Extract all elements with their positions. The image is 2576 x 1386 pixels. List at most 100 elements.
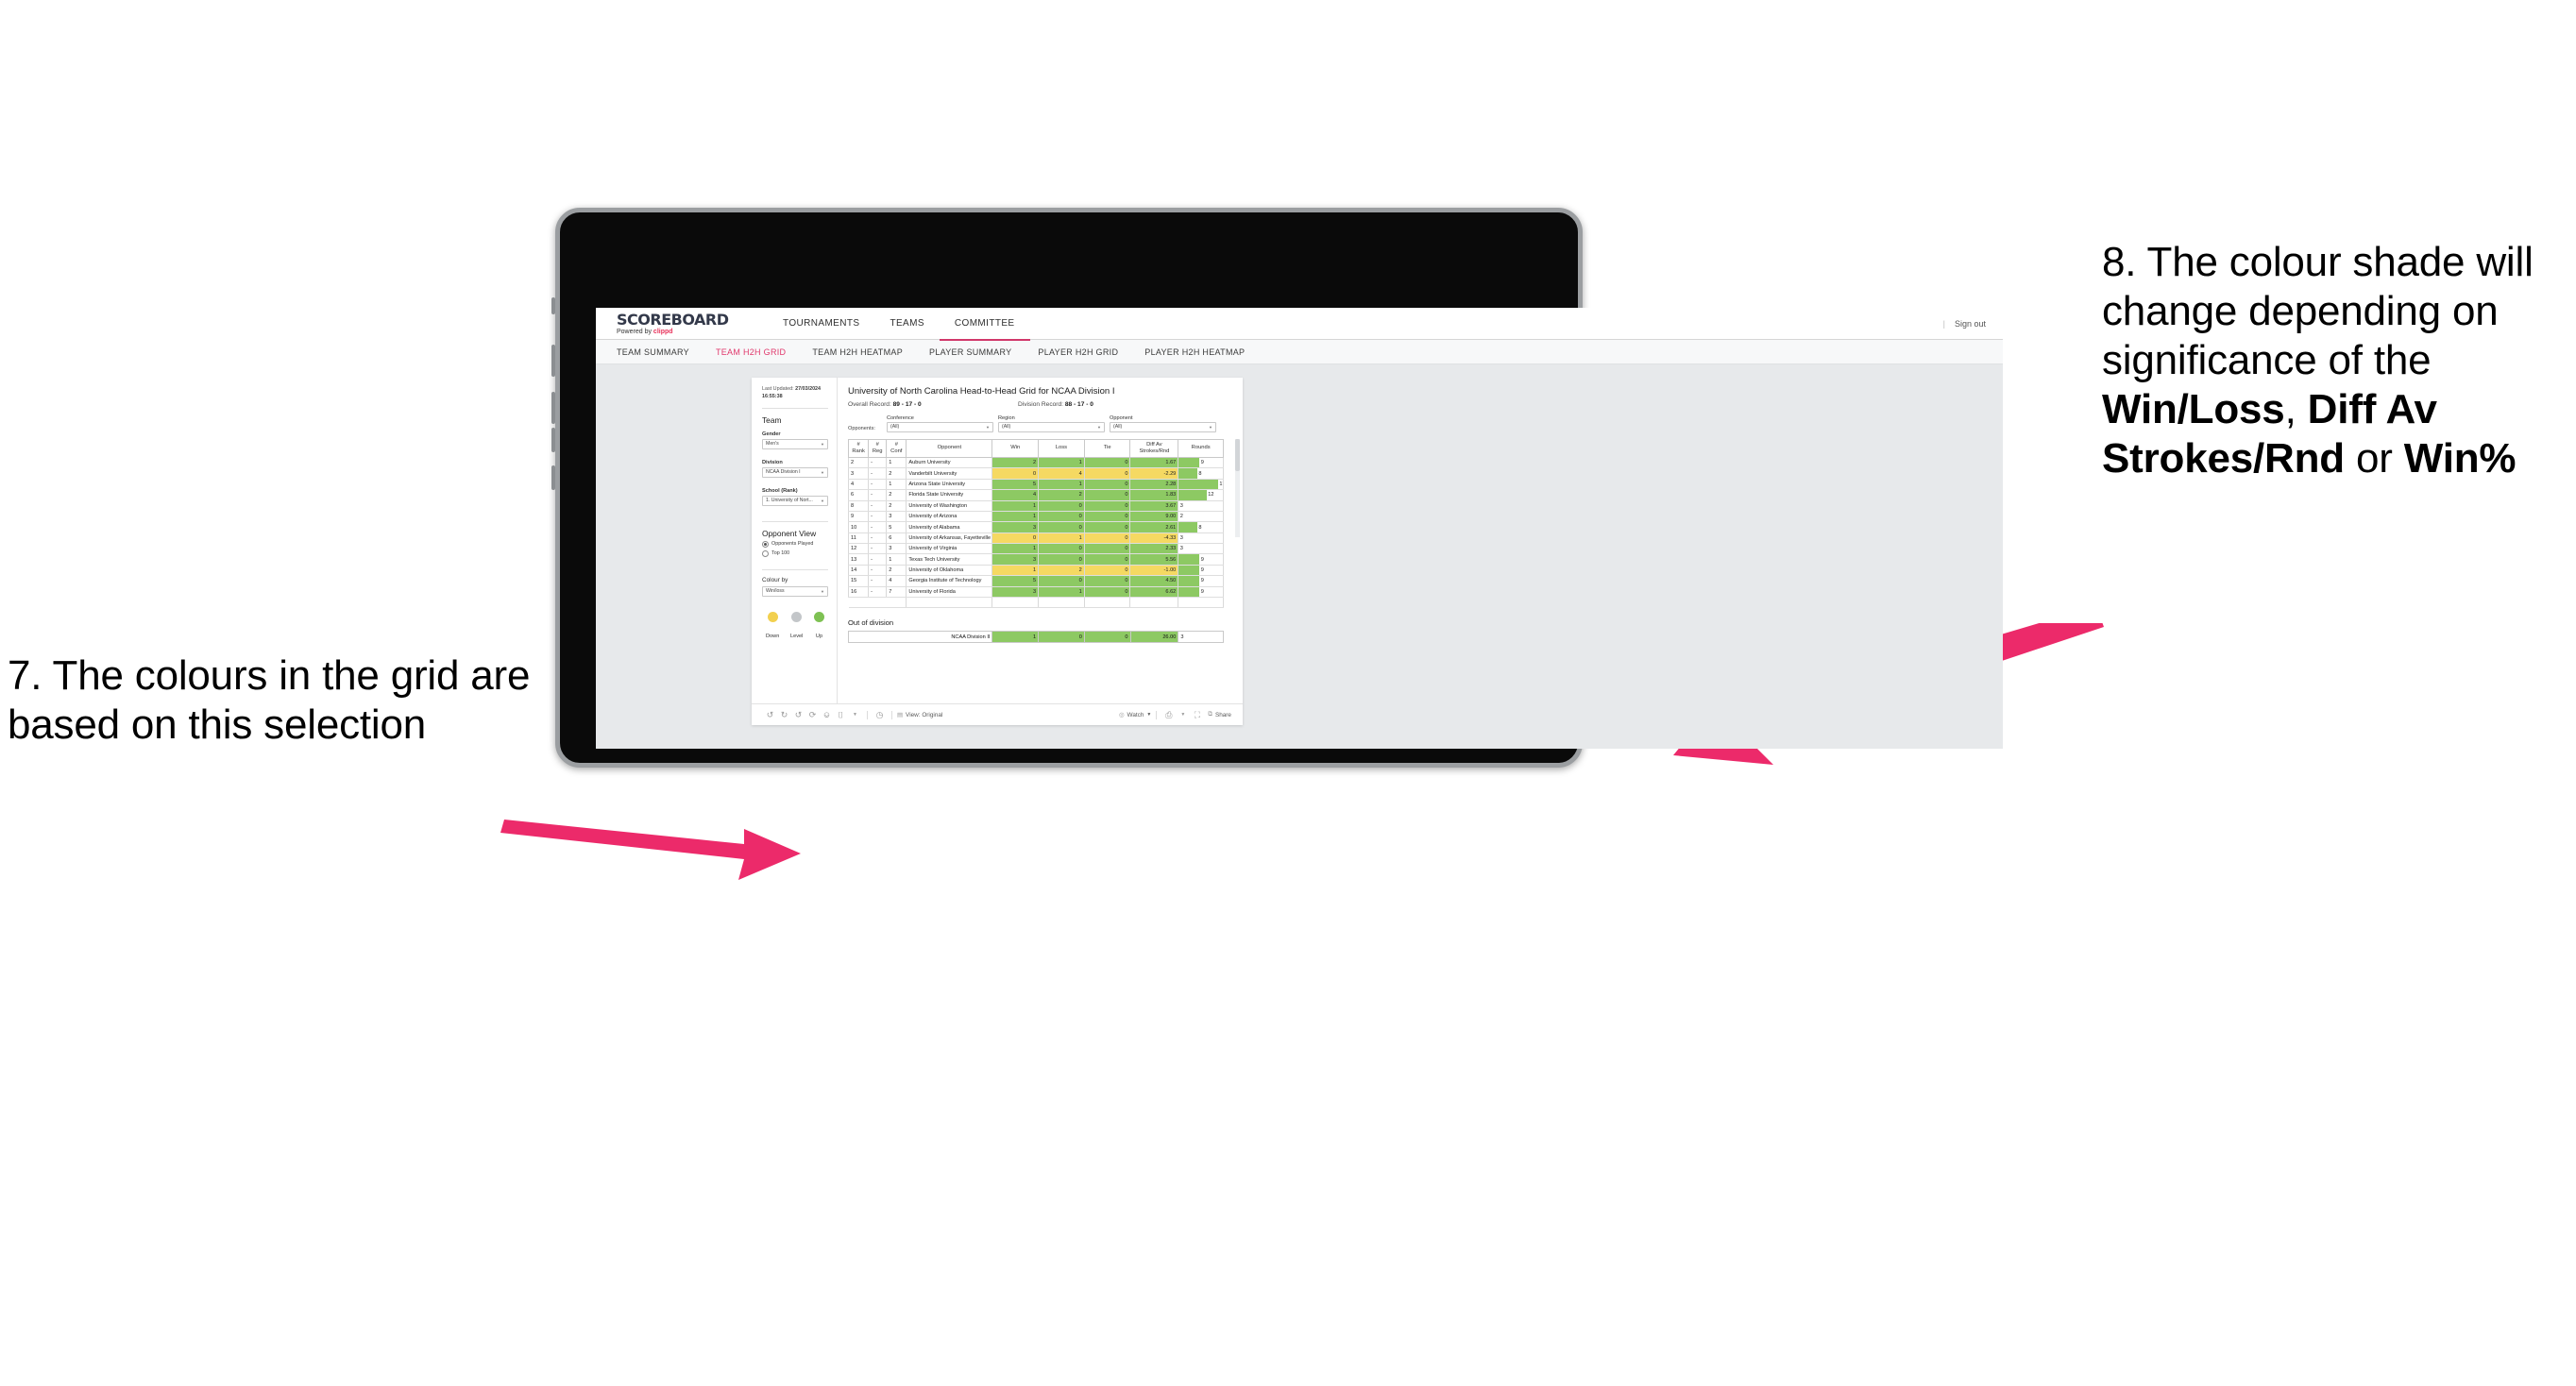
out-of-division-row[interactable]: NCAA Division II 1 0 0 26.00 3 <box>847 631 1224 644</box>
region-filter: Region (All) ▼ <box>998 415 1105 432</box>
export-icon[interactable]: ⌷ <box>834 710 848 720</box>
rounds-bar <box>1178 479 1218 489</box>
nav-tab-teams[interactable]: TEAMS <box>874 308 939 339</box>
radio-opponents-played[interactable]: Opponents Played <box>762 540 828 548</box>
pause-icon[interactable]: ⎉ <box>820 710 834 720</box>
nav-tab-committee[interactable]: COMMITTEE <box>939 308 1030 341</box>
division-select[interactable]: NCAA Division I ▼ <box>762 466 828 478</box>
table-row[interactable]: 14-2 University of Oklahoma 1 2 0 -1.00 9 <box>847 565 1224 577</box>
cell-rank: 15 <box>847 575 870 587</box>
table-scrollbar-thumb[interactable] <box>1235 438 1240 471</box>
caret-down-icon-2[interactable]: ▼ <box>1176 712 1190 718</box>
school-rank-label: School (Rank) <box>762 487 798 494</box>
rounds-bar <box>1178 468 1197 479</box>
rounds-value: 9 <box>1200 567 1204 574</box>
blank-cell <box>906 597 993 609</box>
refresh-icon[interactable]: ⟳ <box>805 710 820 720</box>
ood-diff: 26.00 <box>1129 631 1179 644</box>
cell-diff: -2.29 <box>1129 467 1179 480</box>
subnav-player-h2h-heatmap[interactable]: PLAYER H2H HEATMAP <box>1131 347 1258 357</box>
rounds-value: 9 <box>1200 556 1204 563</box>
cell-rank: 6 <box>847 489 870 501</box>
cell-loss: 2 <box>1038 489 1085 501</box>
ood-rounds: 3 <box>1178 631 1224 644</box>
subnav-player-summary[interactable]: PLAYER SUMMARY <box>916 347 1025 357</box>
subnav-team-h2h-heatmap[interactable]: TEAM H2H HEATMAP <box>799 347 916 357</box>
cell-reg: - <box>868 500 888 512</box>
cell-opponent: Florida State University <box>906 489 993 501</box>
cell-diff: 2.33 <box>1129 543 1179 555</box>
subnav-player-h2h-grid[interactable]: PLAYER H2H GRID <box>1025 347 1131 357</box>
ood-loss: 0 <box>1038 631 1085 644</box>
cell-rank: 2 <box>847 457 870 469</box>
cell-rank: 12 <box>847 543 870 555</box>
cell-conf: 1 <box>886 457 907 469</box>
conference-filter-select[interactable]: (All) ▼ <box>887 422 993 432</box>
rounds-bar <box>1178 586 1200 597</box>
cell-tie: 0 <box>1083 511 1131 523</box>
view-original-button[interactable]: ▤ View: Original <box>897 711 942 719</box>
region-filter-select[interactable]: (All) ▼ <box>998 422 1105 432</box>
col-loss[interactable]: Loss <box>1038 438 1085 458</box>
table-row[interactable]: 10-5 University of Alabama 3 0 0 2.61 8 <box>847 521 1224 533</box>
col-rank[interactable]: # Rank <box>847 438 870 458</box>
subnav-team-h2h-grid[interactable]: TEAM H2H GRID <box>703 347 799 357</box>
cell-loss: 0 <box>1038 543 1085 555</box>
cell-conf: 2 <box>886 489 907 501</box>
radio-top-100[interactable]: Top 100 <box>762 549 828 557</box>
radio-opponents-played-label: Opponents Played <box>771 541 814 548</box>
cell-opponent: University of Arizona <box>906 511 993 523</box>
table-row[interactable]: 4-1Arizona State University5102.2817 <box>847 479 1224 491</box>
table-row[interactable]: 2-1 Auburn University 2 1 0 1.67 9 <box>847 457 1224 469</box>
download-icon[interactable]: ⎙ <box>1161 710 1176 720</box>
cell-tie: 0 <box>1083 575 1131 587</box>
table-row[interactable]: 13-1 Texas Tech University 3 0 0 5.56 9 <box>847 553 1224 566</box>
revert-icon[interactable]: ↺ <box>791 710 805 720</box>
table-row[interactable]: 16-7 University of Florida 3 1 0 6.62 9 <box>847 586 1224 599</box>
gender-select[interactable]: Men's ▼ <box>762 438 828 449</box>
nav-tab-tournaments[interactable]: TOURNAMENTS <box>768 308 874 339</box>
col-tie[interactable]: Tie <box>1083 438 1131 458</box>
col-opponent[interactable]: Opponent <box>906 438 993 458</box>
cell-rounds: 3 <box>1178 532 1224 545</box>
col-reg[interactable]: # Reg <box>868 438 888 458</box>
table-row[interactable]: 15-4 Georgia Institute of Technology 5 0 0 4.… <box>847 575 1224 587</box>
table-row[interactable]: 9-3 University of Arizona 1 0 0 9.00 2 <box>847 511 1224 523</box>
opponent-filter: Opponent (All) ▼ <box>1110 415 1216 432</box>
scoreboard-logo[interactable]: SCOREBOARD Powered by clippd <box>617 312 749 335</box>
col-conf[interactable]: # Conf <box>886 438 907 458</box>
annotation-right-mid2: or <box>2344 434 2404 482</box>
table-blank-row <box>848 597 1224 609</box>
divider-3 <box>762 568 828 570</box>
cell-loss: 0 <box>1038 521 1085 533</box>
opponent-filter-select[interactable]: (All) ▼ <box>1110 422 1216 432</box>
table-row[interactable]: 12-3 University of Virginia 1 0 0 2.33 3 <box>847 543 1224 555</box>
table-row[interactable]: 3-2 Vanderbilt University 0 4 0 -2.29 8 <box>847 467 1224 480</box>
share-button[interactable]: ⧉ Share <box>1208 711 1231 718</box>
fullscreen-icon[interactable]: ⛶ <box>1190 710 1204 720</box>
legend-dot-down <box>767 611 778 622</box>
subnav-team-summary[interactable]: TEAM SUMMARY <box>617 347 703 357</box>
caret-down-icon[interactable]: ▼ <box>848 712 862 718</box>
colour-by-select[interactable]: Win/loss ▼ <box>762 585 828 597</box>
watch-button[interactable]: ◎ Watch ▼ <box>1119 711 1151 719</box>
ood-tie: 0 <box>1083 631 1131 644</box>
cell-reg: - <box>868 467 888 480</box>
school-rank-select[interactable]: 1. University of Nort... ▼ <box>762 495 828 506</box>
redo-icon[interactable]: ↻ <box>777 710 791 720</box>
table-row[interactable]: 11-6 University of Arkansas, Fayetteville… <box>847 532 1224 545</box>
cell-conf: 2 <box>886 565 907 577</box>
col-conf-l1: # <box>894 441 898 448</box>
help-icon[interactable]: ◷ <box>873 710 887 720</box>
col-rounds[interactable]: Rounds <box>1178 438 1224 458</box>
col-diff[interactable]: Diff Av Strokes/Rnd <box>1129 438 1179 458</box>
sign-out-link[interactable]: Sign out <box>1955 319 1986 329</box>
table-row[interactable]: 8-2 University of Washington 1 0 0 3.67 3 <box>847 500 1224 512</box>
table-header: # Rank # Reg # Conf Opponent Win Loss Tie D… <box>847 438 1224 458</box>
visualization-card: Last Updated: 27/03/2024 16:55:38 Team G… <box>752 378 1243 725</box>
table-row[interactable]: 6-2 Florida State University 4 2 0 1.83 12 <box>847 489 1224 501</box>
undo-icon[interactable]: ↺ <box>763 710 777 720</box>
col-win[interactable]: Win <box>991 438 1040 458</box>
col-rank-l1: # <box>856 441 860 448</box>
annotation-right-part1: 8. The colour shade will change dependin… <box>2102 239 2534 383</box>
